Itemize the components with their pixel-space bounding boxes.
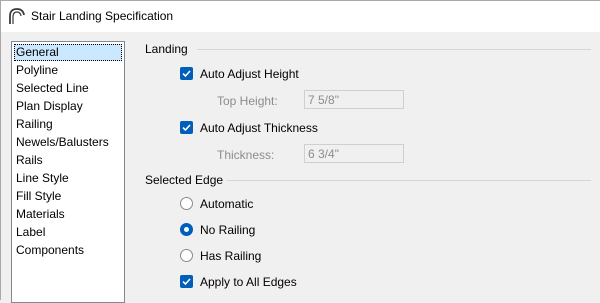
nav-item-plan-display[interactable]: Plan Display bbox=[14, 98, 122, 115]
no-railing-radio[interactable] bbox=[180, 223, 193, 236]
stair-arch-icon bbox=[9, 8, 25, 24]
auto-adjust-height-checkbox[interactable] bbox=[180, 67, 193, 80]
nav-item-line-style[interactable]: Line Style bbox=[14, 170, 122, 187]
thickness-label: Thickness: bbox=[217, 148, 275, 162]
top-height-label: Top Height: bbox=[217, 94, 278, 108]
nav-item-rails[interactable]: Rails bbox=[14, 152, 122, 169]
auto-adjust-thickness-label[interactable]: Auto Adjust Thickness bbox=[200, 121, 318, 135]
landing-group-heading: Landing bbox=[145, 42, 188, 56]
no-railing-radio-label[interactable]: No Railing bbox=[200, 223, 255, 237]
nav-item-general[interactable]: General bbox=[14, 44, 122, 61]
thickness-field[interactable] bbox=[304, 144, 404, 163]
automatic-radio[interactable] bbox=[180, 197, 193, 210]
has-railing-radio-label[interactable]: Has Railing bbox=[200, 249, 261, 263]
checkmark-icon bbox=[182, 70, 191, 78]
auto-adjust-height-label[interactable]: Auto Adjust Height bbox=[200, 67, 299, 81]
top-height-field[interactable] bbox=[304, 90, 404, 109]
checkmark-icon bbox=[182, 124, 191, 132]
checkmark-icon bbox=[182, 278, 191, 286]
window-title: Stair Landing Specification bbox=[31, 9, 174, 23]
nav-item-railing[interactable]: Railing bbox=[14, 116, 122, 133]
nav-item-fill-style[interactable]: Fill Style bbox=[14, 188, 122, 205]
has-railing-radio[interactable] bbox=[180, 249, 193, 262]
selected-edge-group-divider bbox=[227, 180, 591, 181]
nav-item-newels-balusters[interactable]: Newels/Balusters bbox=[14, 134, 122, 151]
category-list[interactable]: General Polyline Selected Line Plan Disp… bbox=[11, 41, 125, 303]
nav-item-polyline[interactable]: Polyline bbox=[14, 62, 122, 79]
apply-to-all-edges-label[interactable]: Apply to All Edges bbox=[200, 275, 297, 289]
apply-to-all-edges-checkbox[interactable] bbox=[180, 275, 193, 288]
title-bar[interactable]: Stair Landing Specification bbox=[1, 1, 600, 32]
landing-group-divider bbox=[197, 49, 591, 50]
nav-item-materials[interactable]: Materials bbox=[14, 206, 122, 223]
nav-item-label[interactable]: Label bbox=[14, 224, 122, 241]
selected-edge-group-heading: Selected Edge bbox=[145, 173, 224, 187]
auto-adjust-thickness-checkbox[interactable] bbox=[180, 121, 193, 134]
dialog-window: Stair Landing Specification General Poly… bbox=[0, 0, 600, 303]
nav-item-selected-line[interactable]: Selected Line bbox=[14, 80, 122, 97]
automatic-radio-label[interactable]: Automatic bbox=[200, 197, 253, 211]
nav-item-components[interactable]: Components bbox=[14, 242, 122, 259]
